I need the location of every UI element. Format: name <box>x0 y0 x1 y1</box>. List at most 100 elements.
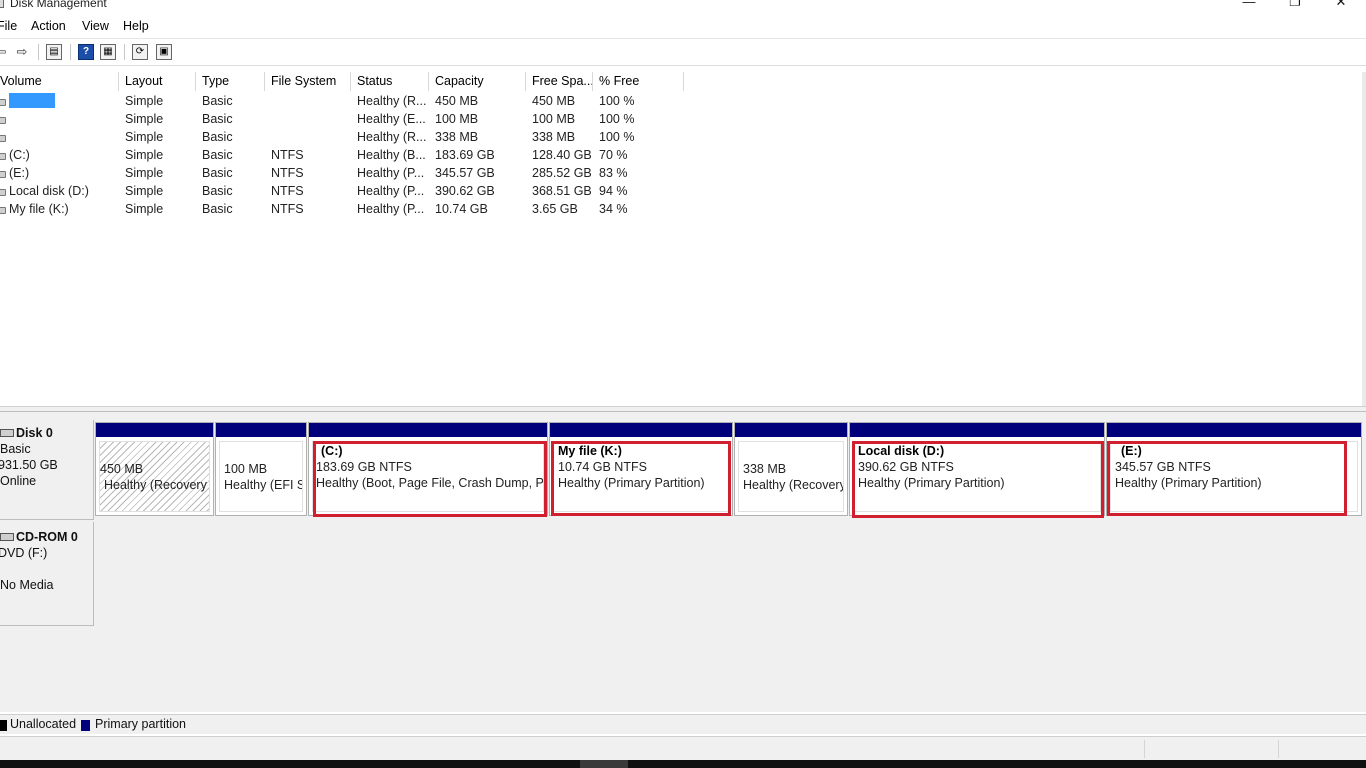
table-row[interactable]: (E:) Simple Basic NTFS Healthy (P... 345… <box>0 164 700 182</box>
menu-file[interactable]: File <box>0 19 17 33</box>
menu-help[interactable]: Help <box>123 19 149 33</box>
refresh-icon[interactable]: ⟳ <box>132 44 148 60</box>
legend-primary: Primary partition <box>95 717 186 731</box>
fs-cell <box>271 110 349 128</box>
percent-cell: 94 % <box>599 184 628 198</box>
capacity-cell: 338 MB <box>435 130 479 144</box>
partition-recovery-338[interactable]: 338 MB Healthy (Recovery <box>734 422 848 516</box>
fs-cell <box>271 92 349 110</box>
partition-status: Healthy (Primary Partition) <box>558 476 705 490</box>
column-layout[interactable]: Layout <box>119 72 196 91</box>
taskbar-active-item[interactable] <box>580 760 628 768</box>
column-volume[interactable]: Volume <box>0 72 119 91</box>
layout-cell: Simple <box>125 166 164 180</box>
type-cell: Basic <box>202 202 233 216</box>
column-status[interactable]: Status <box>351 72 429 91</box>
toolbar-separator <box>124 44 125 60</box>
toolbar-separator <box>38 44 39 60</box>
partition-k[interactable]: My file (K:) 10.74 GB NTFS Healthy (Prim… <box>549 422 733 516</box>
free-cell: 100 MB <box>532 112 576 126</box>
partition-c[interactable]: (C:) 183.69 GB NTFS Healthy (Boot, Page … <box>308 422 548 516</box>
list-scrollbar[interactable] <box>1362 72 1366 408</box>
disk-graphical-view: Disk 0 Basic 931.50 GB Online 450 MB Hea… <box>0 412 1366 712</box>
drive-icon <box>0 135 6 142</box>
settings-icon[interactable]: ▣ <box>156 44 172 60</box>
table-row[interactable]: (C:) Simple Basic NTFS Healthy (B... 183… <box>0 146 700 164</box>
column-percent-free[interactable]: % Free <box>593 72 684 91</box>
free-cell: 338 MB <box>532 130 576 144</box>
legend: Unallocated Primary partition <box>0 714 1366 734</box>
type-cell: Basic <box>202 184 233 198</box>
partition-efi-100[interactable]: 100 MB Healthy (EFI Sy <box>215 422 307 516</box>
free-cell: 285.52 GB <box>532 166 592 180</box>
hard-disk-icon <box>0 429 14 437</box>
view-icon[interactable]: ▦ <box>100 44 116 60</box>
table-row[interactable]: Simple Basic Healthy (R... 450 MB 450 MB… <box>0 92 700 110</box>
free-cell: 3.65 GB <box>532 202 578 216</box>
forward-arrow-icon[interactable]: ⇨ <box>12 43 32 61</box>
capacity-cell: 345.57 GB <box>435 166 495 180</box>
partition-status: Healthy (Recovery <box>743 478 844 492</box>
minimize-button[interactable]: — <box>1226 0 1272 14</box>
type-cell: Basic <box>202 130 233 144</box>
layout-cell: Simple <box>125 112 164 126</box>
partition-size: 183.69 GB NTFS <box>316 460 412 474</box>
table-row[interactable]: Simple Basic Healthy (R... 338 MB 338 MB… <box>0 128 700 146</box>
partition-size: 100 MB <box>224 462 268 476</box>
table-row[interactable]: My file (K:) Simple Basic NTFS Healthy (… <box>0 200 700 218</box>
primary-partition-bar <box>550 423 732 437</box>
column-free-space[interactable]: Free Spa... <box>526 72 593 91</box>
percent-cell: 100 % <box>599 112 635 126</box>
column-file-system[interactable]: File System <box>265 72 351 91</box>
partition-d[interactable]: Local disk (D:) 390.62 GB NTFS Healthy (… <box>849 422 1105 516</box>
primary-partition-bar <box>1107 423 1361 437</box>
taskbar <box>0 760 1366 768</box>
partition-body: My file (K:) 10.74 GB NTFS Healthy (Prim… <box>553 441 729 512</box>
table-row[interactable]: Local disk (D:) Simple Basic NTFS Health… <box>0 182 700 200</box>
disk-0-label[interactable]: Disk 0 Basic 931.50 GB Online <box>0 420 94 520</box>
menu-view[interactable]: View <box>82 19 109 33</box>
table-row[interactable]: Simple Basic Healthy (E... 100 MB 100 MB… <box>0 110 700 128</box>
cdrom-area <box>94 522 1366 626</box>
partition-body: (E:) 345.57 GB NTFS Healthy (Primary Par… <box>1110 441 1358 512</box>
properties-icon[interactable]: ▤ <box>46 44 62 60</box>
primary-partition-bar <box>309 423 547 437</box>
status-pane <box>1278 740 1366 758</box>
primary-swatch <box>81 720 90 731</box>
partition-e[interactable]: (E:) 345.57 GB NTFS Healthy (Primary Par… <box>1106 422 1362 516</box>
volume-cell <box>0 128 116 146</box>
partition-status: Healthy (Boot, Page File, Crash Dump, Pr… <box>316 476 544 490</box>
window-title: Disk Management <box>10 0 107 10</box>
partition-body: (C:) 183.69 GB NTFS Healthy (Boot, Page … <box>312 441 544 512</box>
menu-action[interactable]: Action <box>31 19 66 33</box>
cdrom-0-label[interactable]: CD-ROM 0 DVD (F:) No Media <box>0 522 94 626</box>
drive-icon <box>0 117 6 124</box>
volume-cell: Local disk (D:) <box>0 182 116 200</box>
cdrom-name: CD-ROM 0 <box>0 530 78 544</box>
partition-recovery-450[interactable]: 450 MB Healthy (Recovery P <box>95 422 214 516</box>
row-selection <box>9 93 55 108</box>
close-button[interactable]: ✕ <box>1318 0 1364 14</box>
maximize-button[interactable]: ❐ <box>1272 0 1318 14</box>
help-icon[interactable]: ? <box>78 44 94 60</box>
column-capacity[interactable]: Capacity <box>429 72 526 91</box>
type-cell: Basic <box>202 166 233 180</box>
partition-name: Local disk (D:) <box>858 444 945 458</box>
percent-cell: 34 % <box>599 202 628 216</box>
back-arrow-icon[interactable]: ⇦ <box>0 43 8 61</box>
status-cell: Healthy (P... <box>357 166 425 180</box>
primary-partition-bar <box>735 423 847 437</box>
volume-list: Volume Layout Type File System Status Ca… <box>0 72 1366 408</box>
primary-partition-bar <box>850 423 1104 437</box>
fs-cell: NTFS <box>271 202 304 216</box>
layout-cell: Simple <box>125 184 164 198</box>
type-cell: Basic <box>202 148 233 162</box>
status-cell: Healthy (P... <box>357 184 425 198</box>
app-icon <box>0 0 4 8</box>
type-cell: Basic <box>202 112 233 126</box>
partition-status: Healthy (EFI Sy <box>224 478 303 492</box>
disk-0-size: 931.50 GB <box>0 458 58 472</box>
volume-cell: (E:) <box>0 164 116 182</box>
column-type[interactable]: Type <box>196 72 265 91</box>
menu-bar: File Action View Help <box>0 17 1366 37</box>
